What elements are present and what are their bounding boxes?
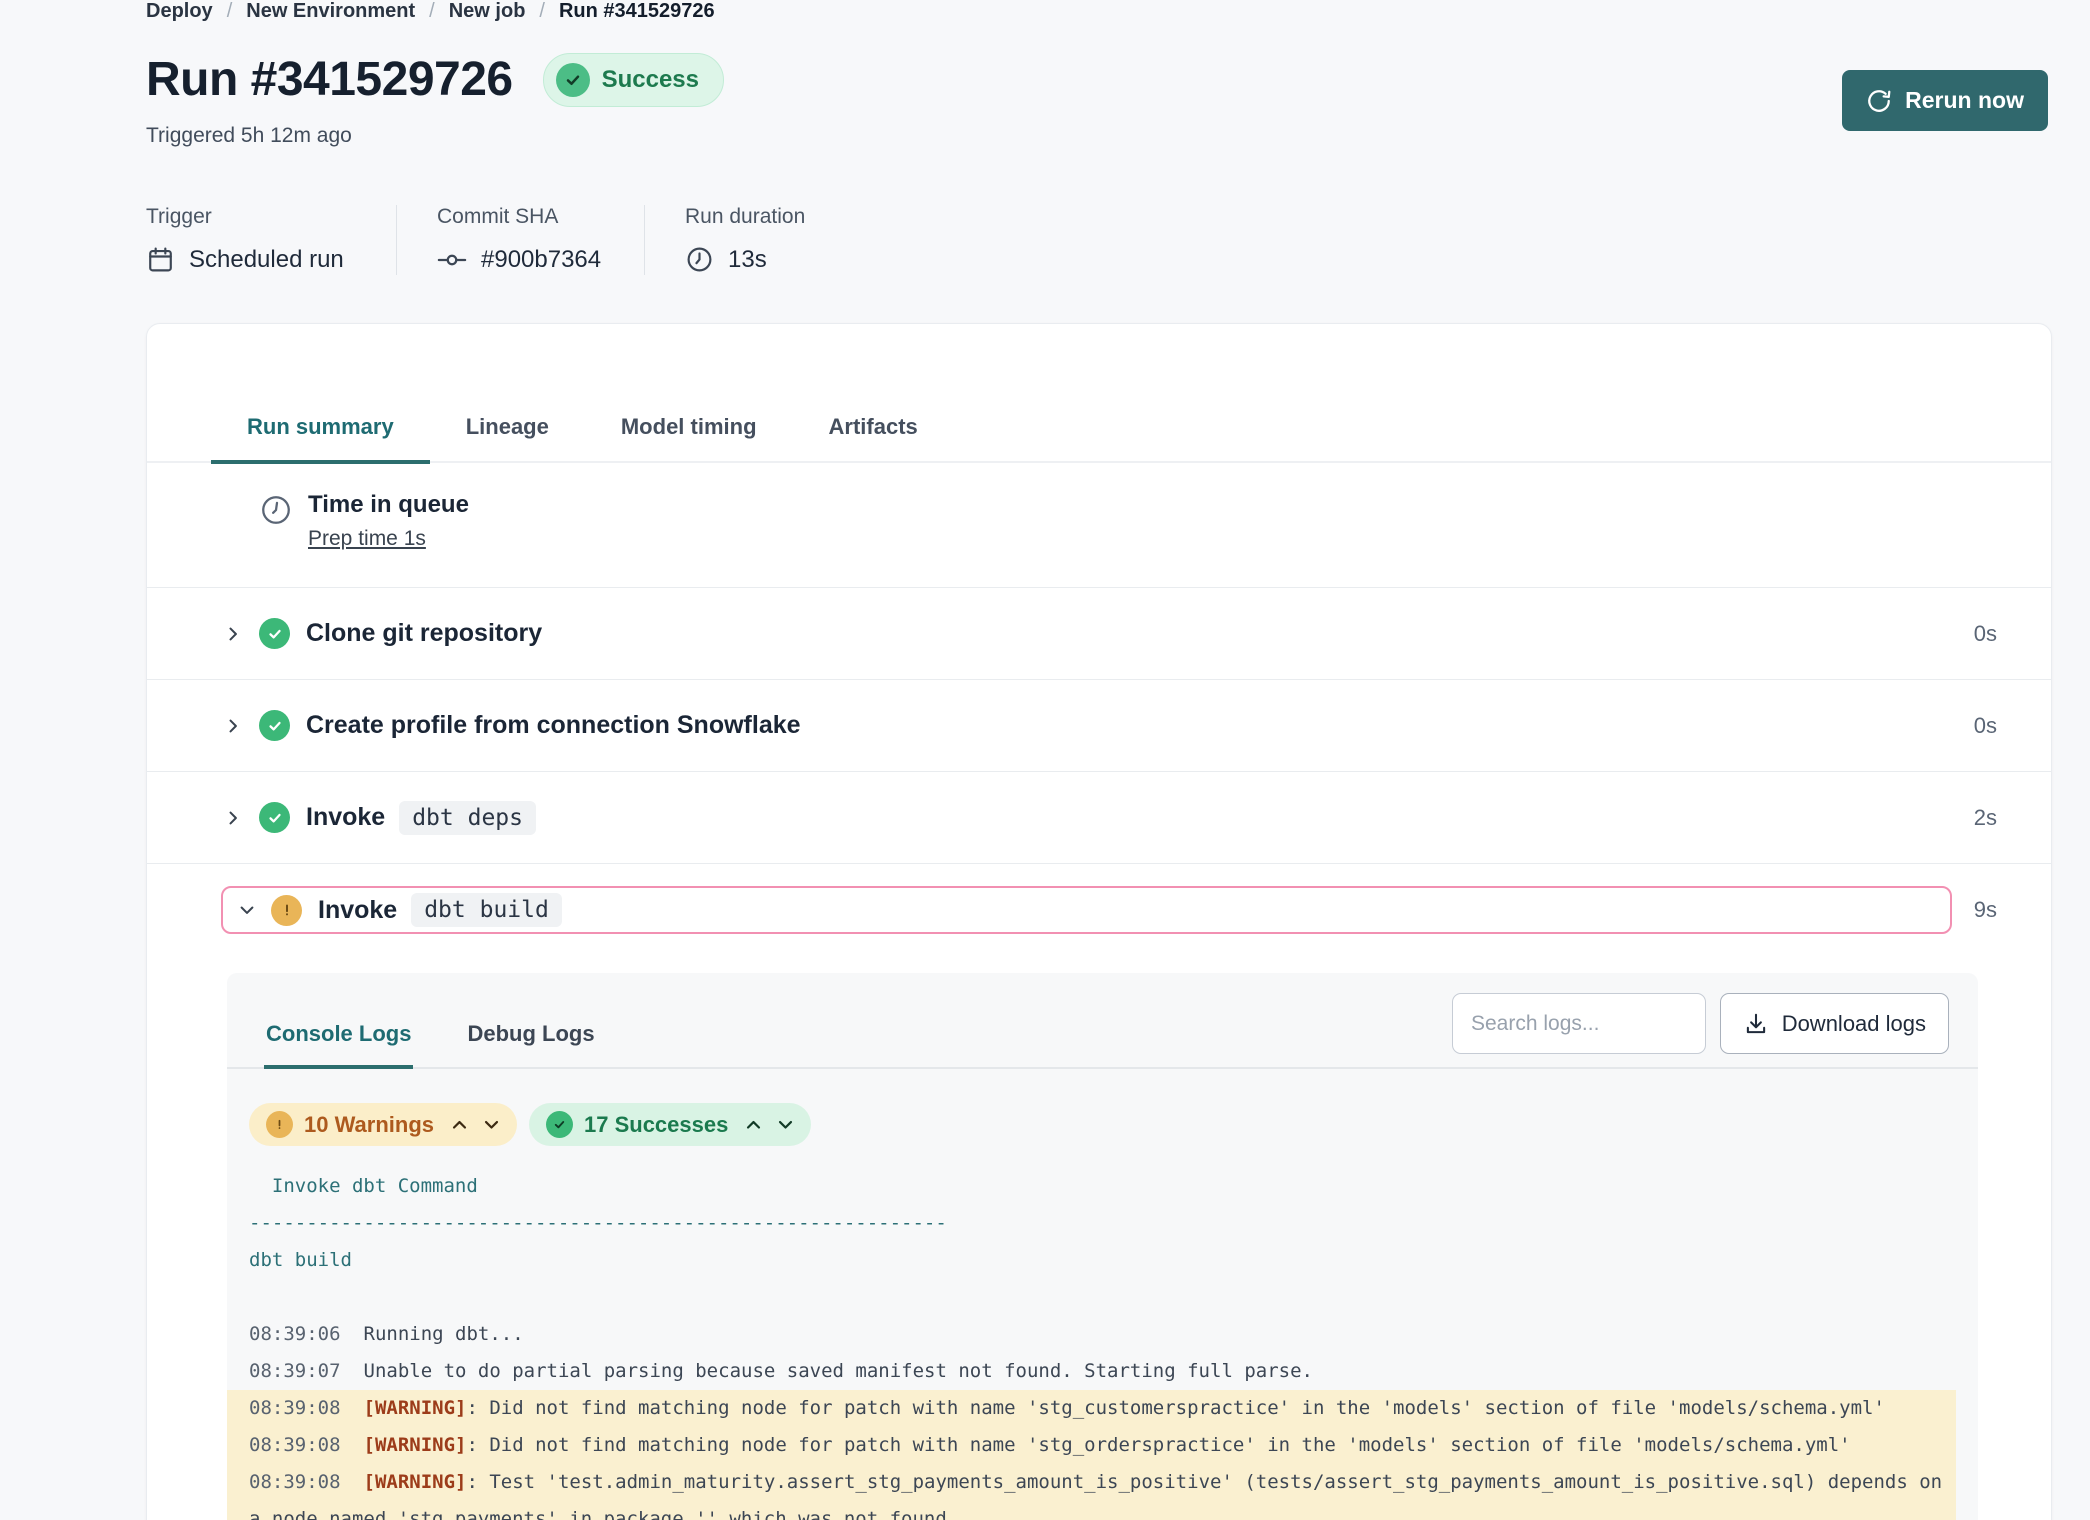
calendar-icon — [146, 245, 175, 274]
prep-time-link[interactable]: Prep time 1s — [308, 527, 426, 551]
clock-icon — [259, 493, 293, 551]
warning-circle-icon — [266, 1111, 293, 1138]
chevron-up-small-icon[interactable] — [451, 1118, 468, 1131]
step-row-clone-git[interactable]: Clone git repository 0s — [147, 588, 2051, 680]
status-badge: Success — [543, 53, 724, 107]
tab-console-logs[interactable]: Console Logs — [264, 1021, 413, 1069]
breadcrumb: Deploy / New Environment / New job / Run… — [146, 0, 715, 23]
clock-icon — [685, 245, 714, 274]
selected-step-box[interactable]: Invoke dbt build — [221, 886, 1952, 934]
commit-icon — [437, 245, 467, 275]
tab-model-timing[interactable]: Model timing — [585, 396, 793, 464]
breadcrumb-separator: / — [539, 0, 545, 23]
chevron-right-icon[interactable] — [223, 808, 243, 828]
time-in-queue-title: Time in queue — [308, 491, 469, 519]
step-label: Create profile from connection Snowflake — [306, 711, 801, 740]
download-icon — [1743, 1011, 1769, 1037]
meta-commit: Commit SHA #900b7364 — [396, 205, 644, 275]
check-circle-icon — [259, 710, 290, 741]
step-duration: 0s — [1974, 713, 1997, 739]
console-log-output: Invoke dbt Command ---------------------… — [227, 1146, 1978, 1520]
chevron-down-small-icon[interactable] — [483, 1118, 500, 1131]
warnings-badge[interactable]: 10 Warnings — [249, 1103, 517, 1146]
log-line-warning: 08:39:08[WARNING]: Test 'test.admin_matu… — [227, 1464, 1956, 1520]
chevron-right-icon[interactable] — [223, 624, 243, 644]
log-line: 08:39:07Unable to do partial parsing bec… — [249, 1353, 1956, 1390]
chevron-down-icon[interactable] — [237, 900, 257, 920]
chevron-up-small-icon[interactable] — [745, 1118, 762, 1131]
log-line: 08:39:06Running dbt... — [249, 1316, 1956, 1353]
log-line-warning: 08:39:08[WARNING]: Did not find matching… — [227, 1390, 1956, 1427]
successes-badge[interactable]: 17 Successes — [529, 1103, 811, 1146]
successes-badge-label: 17 Successes — [584, 1112, 728, 1138]
step-command: dbt build — [411, 893, 562, 927]
breadcrumb-current-run: Run #341529726 — [559, 0, 715, 23]
log-filter-badges: 10 Warnings 17 Successes — [227, 1069, 1978, 1146]
download-logs-label: Download logs — [1782, 1011, 1926, 1037]
warning-circle-icon — [271, 895, 302, 926]
step-duration: 2s — [1974, 805, 1997, 831]
check-circle-icon — [259, 802, 290, 833]
run-detail-page: Deploy / New Environment / New job / Run… — [0, 0, 2090, 1520]
log-line: ----------------------------------------… — [249, 1205, 1956, 1242]
step-row-invoke-dbt-build[interactable]: Invoke dbt build 9s — [147, 864, 2051, 956]
logs-panel: Console Logs Debug Logs Download logs 10 — [227, 973, 1978, 1520]
meta-trigger: Trigger Scheduled run — [146, 205, 396, 275]
meta-commit-value: #900b7364 — [481, 246, 601, 274]
rerun-now-label: Rerun now — [1905, 87, 2024, 114]
step-duration: 0s — [1974, 621, 1997, 647]
tab-debug-logs[interactable]: Debug Logs — [465, 1021, 596, 1069]
meta-duration-label: Run duration — [685, 205, 805, 229]
step-row-create-profile[interactable]: Create profile from connection Snowflake… — [147, 680, 2051, 772]
search-logs-input[interactable] — [1452, 993, 1706, 1054]
meta-trigger-label: Trigger — [146, 205, 356, 229]
breadcrumb-deploy[interactable]: Deploy — [146, 0, 213, 23]
log-tabs: Console Logs Debug Logs — [264, 1021, 597, 1069]
triggered-timestamp: Triggered 5h 12m ago — [146, 124, 352, 148]
tab-artifacts[interactable]: Artifacts — [793, 396, 954, 464]
download-logs-button[interactable]: Download logs — [1720, 993, 1949, 1054]
tab-run-summary[interactable]: Run summary — [211, 396, 430, 464]
log-line-blank — [249, 1279, 1956, 1316]
step-row-invoke-dbt-deps[interactable]: Invoke dbt deps 2s — [147, 772, 2051, 864]
chevron-right-icon[interactable] — [223, 716, 243, 736]
step-label: Invoke — [306, 803, 385, 832]
meta-duration-value: 13s — [728, 246, 767, 274]
log-line-warning: 08:39:08[WARNING]: Did not find matching… — [227, 1427, 1956, 1464]
meta-trigger-value: Scheduled run — [189, 246, 344, 274]
breadcrumb-separator: / — [227, 0, 233, 23]
breadcrumb-environment[interactable]: New Environment — [246, 0, 415, 23]
check-circle-icon — [259, 618, 290, 649]
meta-duration: Run duration 13s — [644, 205, 845, 275]
chevron-down-small-icon[interactable] — [777, 1118, 794, 1131]
step-duration: 9s — [1974, 897, 1997, 923]
status-badge-label: Success — [602, 66, 699, 94]
refresh-icon — [1866, 88, 1892, 114]
log-line: dbt build — [249, 1242, 1956, 1279]
breadcrumb-job[interactable]: New job — [449, 0, 526, 23]
breadcrumb-separator: / — [429, 0, 435, 23]
log-line: Invoke dbt Command — [249, 1168, 1956, 1205]
time-in-queue-section: Time in queue Prep time 1s — [147, 463, 2051, 588]
logs-header: Console Logs Debug Logs Download logs — [227, 973, 1978, 1069]
run-summary-card: Run summary Lineage Model timing Artifac… — [146, 323, 2052, 1520]
step-command: dbt deps — [399, 801, 536, 835]
step-label: Invoke — [318, 896, 397, 925]
meta-commit-label: Commit SHA — [437, 205, 604, 229]
check-circle-icon — [556, 63, 590, 97]
check-circle-icon — [546, 1111, 573, 1138]
warnings-badge-label: 10 Warnings — [304, 1112, 434, 1138]
step-label: Clone git repository — [306, 619, 542, 648]
title-row: Run #341529726 Success — [146, 52, 724, 107]
run-meta: Trigger Scheduled run Commit SHA #900b73… — [146, 205, 845, 275]
page-title: Run #341529726 — [146, 52, 513, 107]
rerun-now-button[interactable]: Rerun now — [1842, 70, 2048, 131]
tab-lineage[interactable]: Lineage — [430, 396, 585, 464]
run-tabs: Run summary Lineage Model timing Artifac… — [147, 396, 2051, 463]
